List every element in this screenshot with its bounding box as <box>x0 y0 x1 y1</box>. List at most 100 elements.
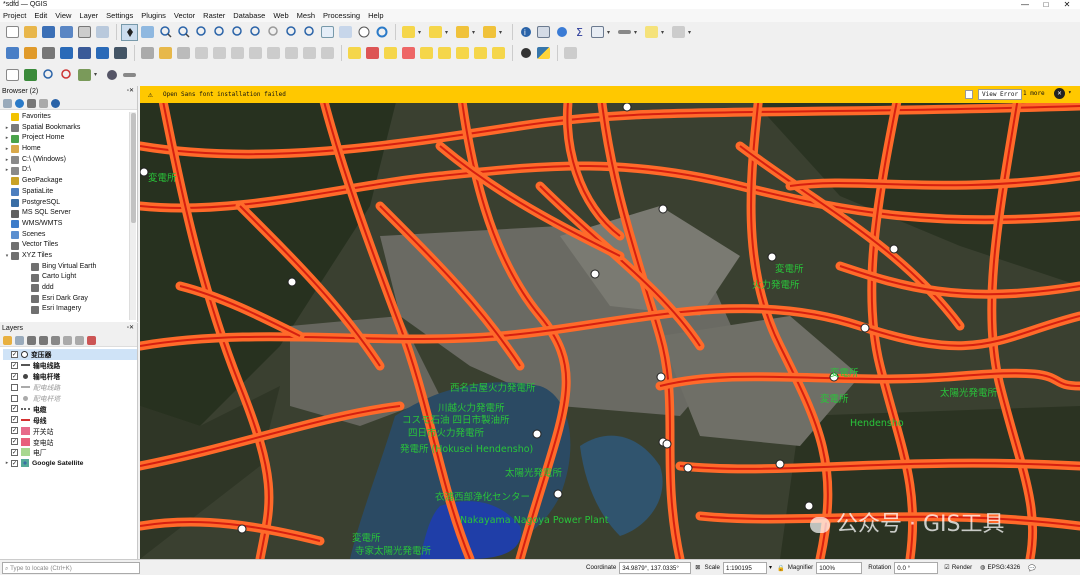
map-render[interactable]: 変電所西名古屋火力発電所川越火力発電所コスモ石油 四日市製油所四日市火力発電所発… <box>140 86 1080 559</box>
pan-to-selection-icon[interactable] <box>139 24 156 41</box>
browser-item[interactable]: ▸ Spatial Bookmarks <box>3 123 137 134</box>
menu-web[interactable]: Web <box>273 11 288 20</box>
layer-item[interactable]: 配电杆塔 <box>3 393 137 404</box>
zoom-search-icon[interactable] <box>40 66 57 83</box>
zoom-selection-icon[interactable] <box>229 24 246 41</box>
label-move-icon[interactable] <box>418 45 435 62</box>
menu-plugins[interactable]: Plugins <box>141 11 166 20</box>
substation-marker[interactable] <box>656 372 666 382</box>
layer-item[interactable]: ✓ 输电线路 <box>3 360 137 371</box>
magnifier-field[interactable]: 100% <box>816 561 863 574</box>
undo-icon[interactable] <box>301 45 318 62</box>
filter-icon[interactable] <box>39 335 48 345</box>
label-style-icon[interactable] <box>490 45 507 62</box>
menu-database[interactable]: Database <box>233 11 265 20</box>
add-vector-icon[interactable] <box>40 45 57 62</box>
zoom-layer-icon[interactable] <box>247 24 264 41</box>
deselect-icon[interactable] <box>454 24 471 41</box>
add-raster-icon[interactable] <box>58 45 75 62</box>
filter-expression-icon[interactable] <box>51 335 60 345</box>
zoom-last-icon[interactable] <box>283 24 300 41</box>
menu-settings[interactable]: Settings <box>106 11 133 20</box>
layout-manager-icon[interactable] <box>94 24 111 41</box>
vertex-tool-icon[interactable] <box>211 45 228 62</box>
rotation-field[interactable]: 0.0 ° <box>894 561 939 574</box>
browser-item[interactable]: Favorites <box>3 112 137 123</box>
label-icon[interactable] <box>346 45 363 62</box>
expand-arrow-icon[interactable]: ▸ <box>3 133 11 144</box>
scale-dropdown-icon[interactable]: ▾ <box>769 564 772 571</box>
layer-visibility-checkbox[interactable]: ✓ <box>11 427 18 435</box>
browser-scrollbar[interactable] <box>129 112 136 320</box>
menu-mesh[interactable]: Mesh <box>297 11 315 20</box>
menu-layer[interactable]: Layer <box>79 11 98 20</box>
view-error-button[interactable]: View Error <box>978 89 1023 100</box>
expand-arrow-icon[interactable]: ▸ <box>3 144 11 155</box>
layer-item[interactable]: 配电线路 <box>3 382 137 393</box>
menu-vector[interactable]: Vector <box>174 11 195 20</box>
layer-item[interactable]: ✓ 变压器 <box>3 349 137 360</box>
substation-marker[interactable] <box>889 244 899 254</box>
maximize-button[interactable]: □ <box>1036 0 1056 9</box>
browser-item[interactable]: Scenes <box>3 230 137 241</box>
layer-item[interactable]: ✓ 开关站 <box>3 425 137 436</box>
layer-visibility-checkbox[interactable]: ✓ <box>11 405 18 413</box>
substation-marker[interactable] <box>622 102 632 112</box>
gps-icon[interactable] <box>517 45 534 62</box>
wrench-icon[interactable] <box>121 66 138 83</box>
toggle-editing-icon[interactable] <box>157 45 174 62</box>
refresh-icon[interactable] <box>373 24 390 41</box>
copy-layer-icon[interactable] <box>4 66 21 83</box>
remove-layer-icon[interactable] <box>87 335 96 345</box>
browser-item[interactable]: ddd <box>3 283 137 294</box>
menu-edit[interactable]: Edit <box>34 11 47 20</box>
more-messages[interactable]: 1 more <box>1023 90 1045 97</box>
menu-project[interactable]: Project <box>3 11 26 20</box>
select-value-icon[interactable] <box>427 24 444 41</box>
pan-icon[interactable] <box>121 23 138 41</box>
add-db-icon[interactable] <box>76 45 93 62</box>
substation-marker[interactable] <box>683 463 693 473</box>
locate-icon[interactable] <box>58 66 75 83</box>
scale-field[interactable]: 1:190195 <box>722 561 767 574</box>
expand-arrow-icon[interactable]: ▸ <box>3 155 11 166</box>
layer-item[interactable]: ✓ 输电杆塔 <box>3 371 137 382</box>
attribute-table-icon[interactable] <box>535 24 552 41</box>
refresh-icon[interactable] <box>15 98 24 108</box>
add-xyz-icon[interactable] <box>112 45 129 62</box>
label-change-icon[interactable] <box>454 45 471 62</box>
lock-icon[interactable]: 🔒 <box>777 564 785 572</box>
georef-icon[interactable] <box>22 66 39 83</box>
substation-marker[interactable] <box>237 524 247 534</box>
browser-item[interactable]: ▸ C:\ (Windows) <box>3 155 137 166</box>
add-wms-icon[interactable] <box>94 45 111 62</box>
label-diagram-icon[interactable] <box>472 45 489 62</box>
layer-item[interactable]: ✓ 电缆 <box>3 403 137 414</box>
collapse-icon[interactable] <box>75 335 84 345</box>
browser-item[interactable]: Carto Light <box>3 272 137 283</box>
expand-arrow-icon[interactable]: ▸ <box>3 460 11 466</box>
substation-marker[interactable] <box>287 277 297 287</box>
layer-visibility-checkbox[interactable]: ✓ <box>11 361 18 369</box>
expand-arrow-icon[interactable]: ▸ <box>3 165 11 176</box>
toolbox-icon[interactable] <box>553 24 570 41</box>
decorations-icon[interactable] <box>670 24 687 41</box>
browser-item[interactable]: ▸ Project Home <box>3 133 137 144</box>
layer-visibility-checkbox[interactable]: ✓ <box>11 350 18 358</box>
browser-item[interactable]: Esri Imagery <box>3 304 137 315</box>
label-rotate-icon[interactable] <box>436 45 453 62</box>
layer-visibility-checkbox[interactable]: ✓ <box>11 438 18 446</box>
browser-item[interactable]: GeoPackage <box>3 176 137 187</box>
python-icon[interactable] <box>535 45 552 62</box>
bookmark-icon[interactable] <box>337 24 354 41</box>
copy-icon[interactable] <box>265 45 282 62</box>
layer-visibility-checkbox[interactable]: ✓ <box>11 416 18 424</box>
visibility-icon[interactable] <box>27 335 36 345</box>
paste-icon[interactable] <box>283 45 300 62</box>
new-project-icon[interactable] <box>4 24 21 41</box>
coordinate-toggle-icon[interactable]: ⊠ <box>695 564 700 571</box>
substation-marker[interactable] <box>140 167 149 177</box>
zoom-out-icon[interactable] <box>175 24 192 41</box>
select-features-icon[interactable] <box>400 24 417 41</box>
panel-close-icon[interactable]: ▫✕ <box>127 323 134 334</box>
